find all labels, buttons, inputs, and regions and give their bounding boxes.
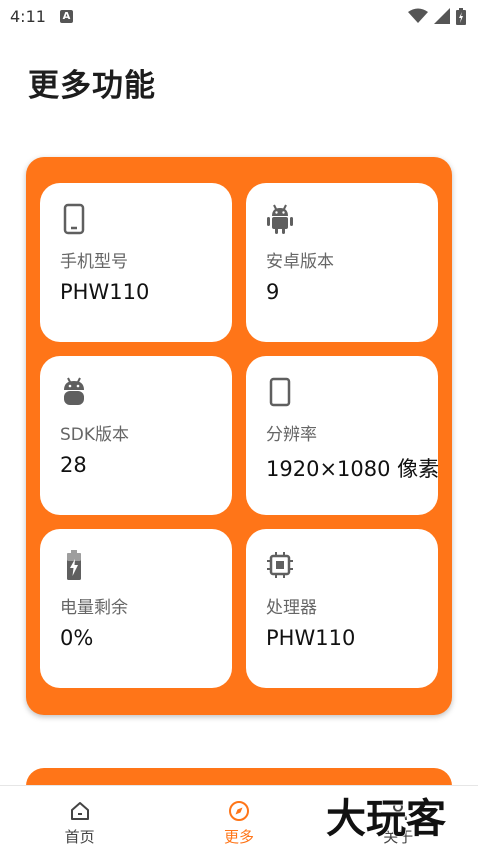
compass-icon <box>228 801 249 821</box>
device-info-panel: 手机型号 PHW110 安卓版本 9 SDK版本 28 分辨率 1920×108… <box>26 157 452 715</box>
nav-label-home: 首页 <box>64 828 95 846</box>
signal-icon <box>434 8 450 24</box>
notification-icon: A <box>59 9 73 23</box>
tile-label: SDK版本 <box>60 425 130 445</box>
chip-icon <box>267 552 293 578</box>
wifi-icon <box>408 8 428 23</box>
tile-label: 手机型号 <box>60 252 128 272</box>
tile-value: 0% <box>60 626 94 650</box>
tile-processor[interactable]: 处理器 PHW110 <box>246 529 438 688</box>
phone-icon <box>63 203 85 235</box>
android-icon <box>64 377 84 405</box>
tile-sdk-version[interactable]: SDK版本 28 <box>40 356 232 515</box>
svg-text:大玩客: 大玩客 <box>326 796 446 840</box>
tile-value: PHW110 <box>266 626 356 650</box>
tile-value: 9 <box>266 280 280 304</box>
android-icon <box>267 204 293 234</box>
home-icon <box>70 802 89 820</box>
page-title: 更多功能 <box>28 68 156 104</box>
tile-label: 安卓版本 <box>266 252 334 272</box>
tile-value: PHW110 <box>60 280 150 304</box>
battery-status-icon <box>456 7 466 25</box>
tile-battery[interactable]: 电量剩余 0% <box>40 529 232 688</box>
tile-label: 分辨率 <box>266 425 317 445</box>
screen-icon <box>269 377 291 407</box>
tile-label: 电量剩余 <box>60 598 128 618</box>
tile-value: 28 <box>60 453 87 477</box>
nav-item-more[interactable]: 更多 <box>189 786 289 847</box>
status-time: 4:11 <box>10 6 46 26</box>
nav-label-more: 更多 <box>223 828 254 846</box>
tile-value: 1920×1080 像素 <box>266 457 438 481</box>
status-bar: 4:11 A <box>0 0 478 32</box>
battery-icon <box>67 550 81 580</box>
tile-resolution[interactable]: 分辨率 1920×1080 像素 <box>246 356 438 515</box>
tile-phone-model[interactable]: 手机型号 PHW110 <box>40 183 232 342</box>
nav-item-home[interactable]: 首页 <box>30 786 130 847</box>
tile-android-version[interactable]: 安卓版本 9 <box>246 183 438 342</box>
tile-label: 处理器 <box>266 598 317 618</box>
watermark-logo: 大玩客 <box>326 795 447 840</box>
